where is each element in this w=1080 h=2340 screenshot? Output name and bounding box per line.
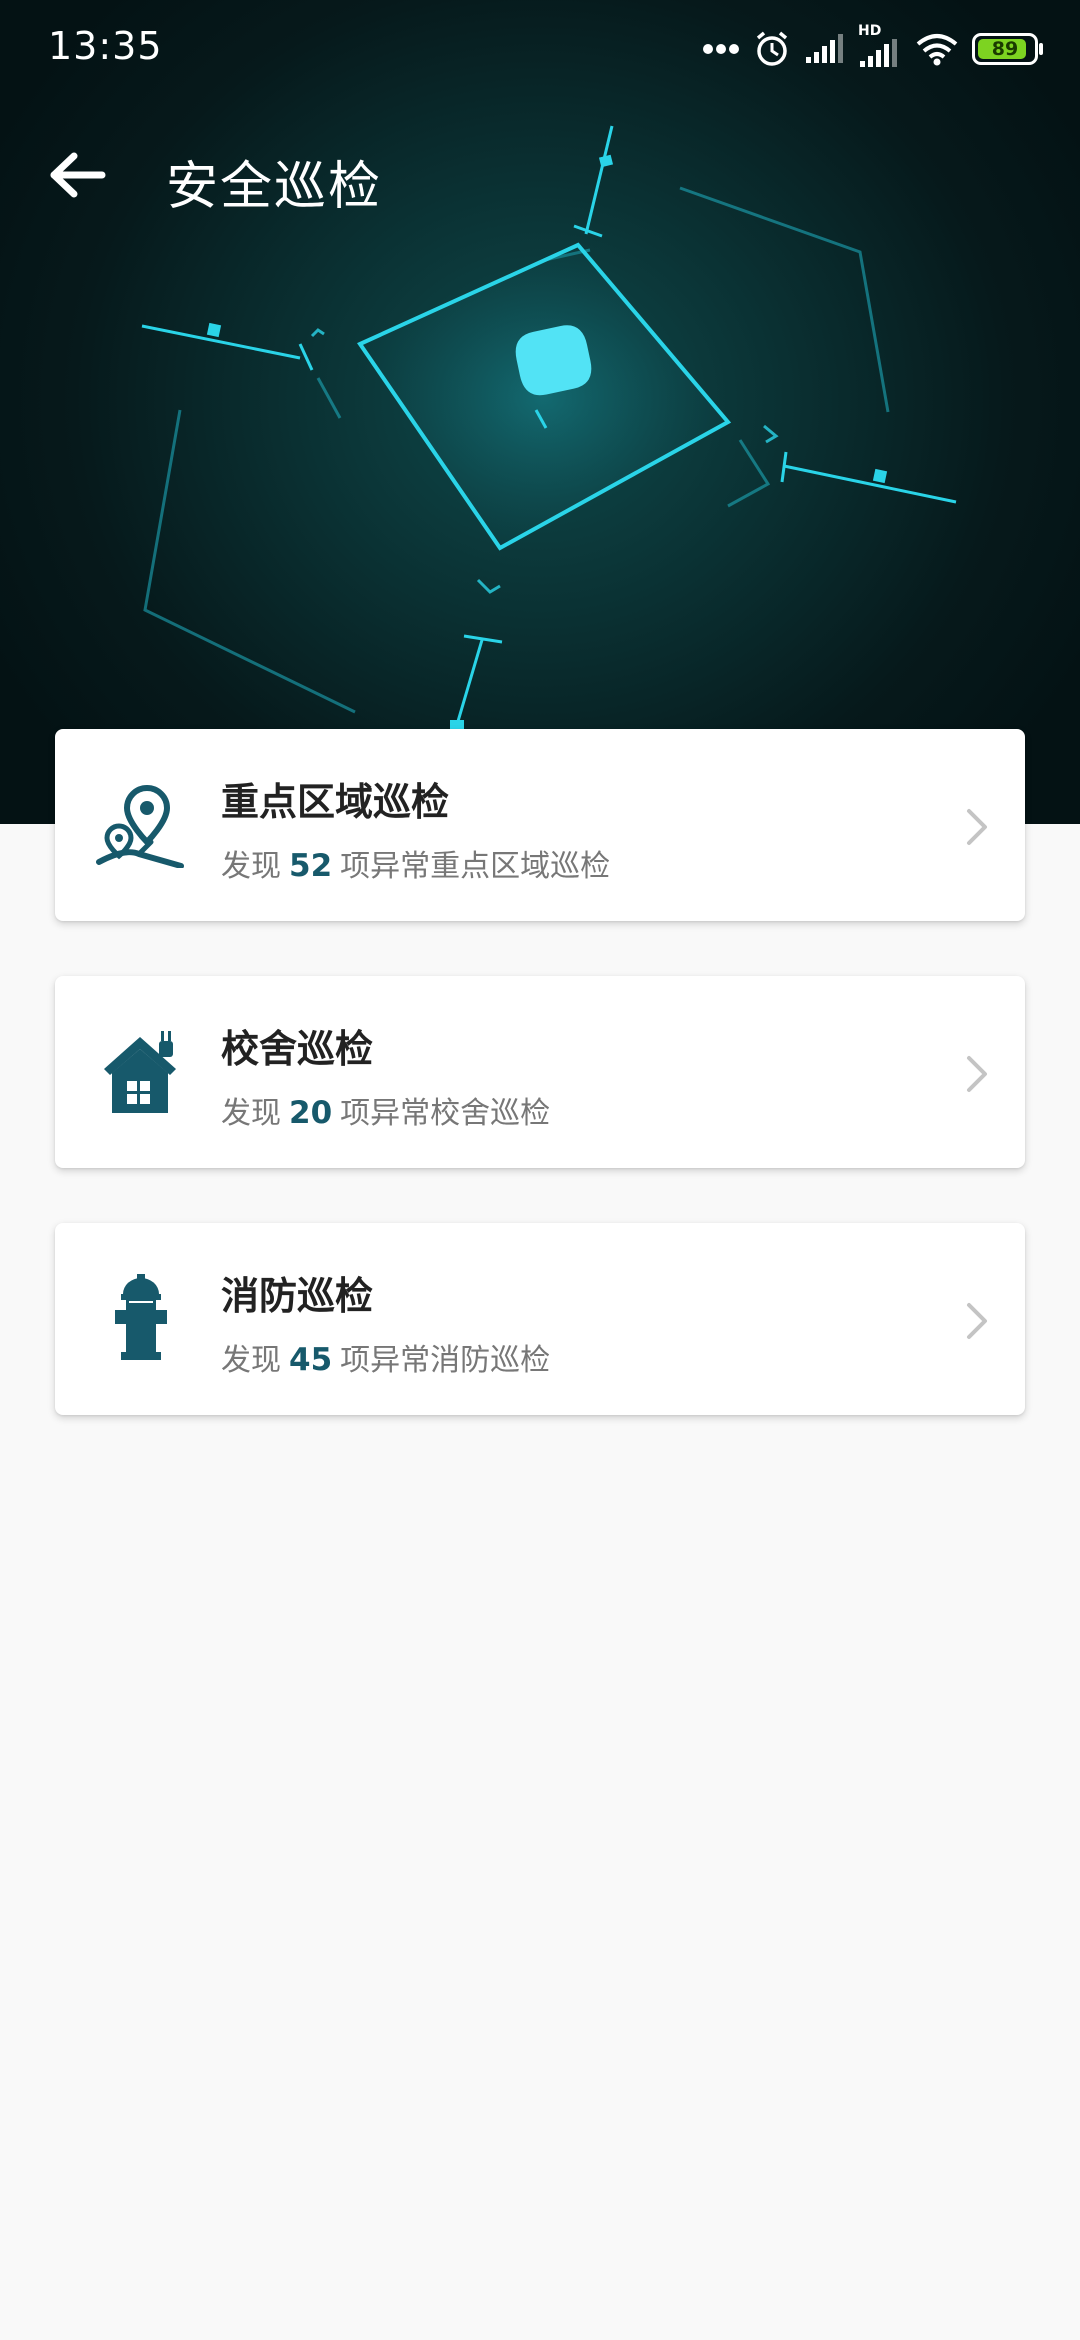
card-title: 校舍巡检 <box>221 1027 374 1071</box>
chevron-right-icon <box>967 809 987 845</box>
more-dots-icon <box>703 44 739 54</box>
page-title: 安全巡检 <box>166 157 383 217</box>
signal-hd-icon: HD <box>858 23 902 69</box>
summary-suffix: 项异常重点区域巡检 <box>340 849 611 884</box>
hero-banner: 13:35 HD 89 安全巡检 <box>0 0 1080 824</box>
status-icons: HD 89 <box>702 23 1043 72</box>
back-button[interactable] <box>34 140 118 210</box>
inspection-list: 重点区域巡检 发现 52 项异常重点区域巡检 校舍巡检 发现 20 项异常校舍巡检 <box>55 729 1025 1470</box>
app-bar: 安全巡检 <box>0 130 1080 220</box>
card-summary: 发现 20 项异常校舍巡检 <box>221 1088 550 1132</box>
card-summary: 发现 52 项异常重点区域巡检 <box>221 841 610 885</box>
chevron-right-icon <box>967 1056 987 1092</box>
status-bar: 13:35 HD 89 <box>0 0 1080 100</box>
wifi-icon <box>916 34 958 66</box>
anomaly-count: 20 <box>289 1095 333 1131</box>
summary-prefix: 发现 <box>221 849 281 884</box>
card-title: 消防巡检 <box>221 1274 374 1318</box>
inspection-card-key-area[interactable]: 重点区域巡检 发现 52 项异常重点区域巡检 <box>55 729 1025 921</box>
chevron-right-icon <box>967 1303 987 1339</box>
network-label: HD <box>858 23 882 39</box>
card-icon-wrapper <box>91 1022 191 1122</box>
arrow-left-icon <box>50 152 106 198</box>
map-pin-route-icon <box>96 784 184 868</box>
signal-strength-icon <box>806 34 843 63</box>
summary-suffix: 项异常校舍巡检 <box>340 1096 551 1131</box>
house-plug-icon <box>104 1031 176 1113</box>
anomaly-count: 52 <box>289 848 333 884</box>
fire-hydrant-icon <box>115 1274 167 1360</box>
status-time: 13:35 <box>48 24 163 68</box>
anomaly-count: 45 <box>289 1342 333 1378</box>
card-icon-wrapper <box>91 1269 191 1369</box>
hero-illustration <box>141 125 957 730</box>
alarm-clock-icon <box>756 31 788 66</box>
card-title: 重点区域巡检 <box>221 780 450 824</box>
summary-prefix: 发现 <box>221 1343 281 1378</box>
summary-prefix: 发现 <box>221 1096 281 1131</box>
inspection-card-fire-safety[interactable]: 消防巡检 发现 45 项异常消防巡检 <box>55 1223 1025 1415</box>
battery-icon: 89 <box>972 33 1043 65</box>
inspection-card-school-building[interactable]: 校舍巡检 发现 20 项异常校舍巡检 <box>55 976 1025 1168</box>
card-summary: 发现 45 项异常消防巡检 <box>221 1335 550 1379</box>
battery-level: 89 <box>991 38 1019 60</box>
card-icon-wrapper <box>91 775 191 875</box>
summary-suffix: 项异常消防巡检 <box>340 1343 551 1378</box>
